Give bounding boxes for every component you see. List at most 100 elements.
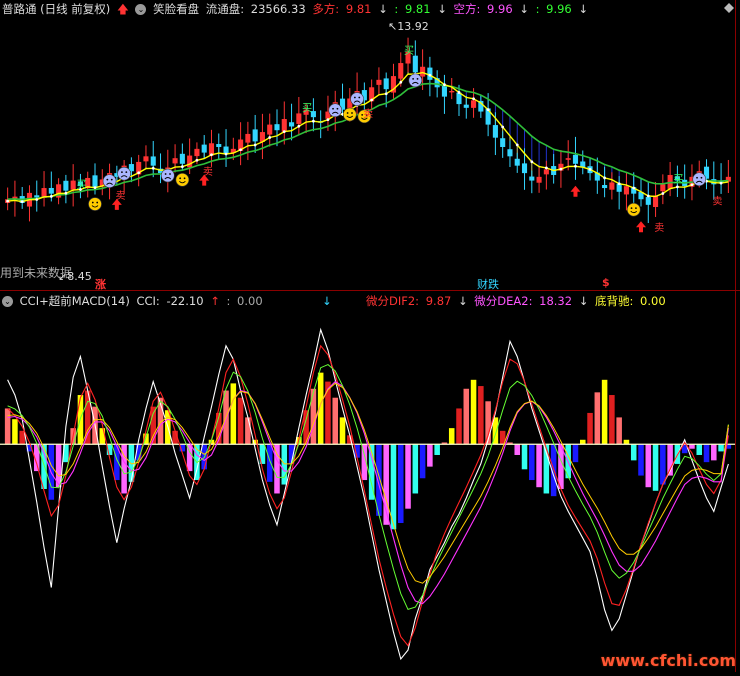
- macd-histogram-bar: [237, 397, 244, 445]
- candle-body: [602, 185, 608, 189]
- sad-face-icon: [350, 92, 364, 106]
- ma-dot: [501, 125, 505, 129]
- macd-histogram-bar: [529, 444, 535, 481]
- dea-value: 18.32: [539, 294, 573, 308]
- macd-histogram-bar: [572, 444, 579, 463]
- macd-histogram-bar: [412, 444, 419, 494]
- macd-histogram-bar: [397, 444, 404, 524]
- buy-label: 买: [673, 174, 683, 186]
- face-eye: [696, 176, 698, 179]
- close-panel-icon[interactable]: [724, 3, 734, 13]
- indicator-name[interactable]: 笑脸看盘: [153, 2, 199, 16]
- macd-histogram-bar: [434, 444, 440, 455]
- macd-histogram-bar: [536, 444, 542, 488]
- price-panel-header: 普路通 (日线 前复权) 🡅 ⌄ 笑脸看盘 流通盘: 23566.33 多方: …: [2, 0, 591, 18]
- macd-histogram-bar: [521, 444, 528, 470]
- macd-histogram-bar: [245, 417, 251, 445]
- short-arrow-icon: :: [394, 2, 399, 16]
- dif-dea-header: 微分DIF2: 9.87 ↓ 微分DEA2: 18.32 ↓ 底背驰: 0.00: [366, 292, 669, 310]
- candle-body: [34, 195, 40, 198]
- macd-histogram-bar: [616, 417, 622, 445]
- ma-dot: [151, 166, 155, 170]
- candle-body: [245, 133, 251, 143]
- cci-down-arrow-icon: ↓: [322, 294, 332, 308]
- ma-dot: [530, 160, 534, 164]
- candle-body: [653, 195, 659, 208]
- ma-dot: [457, 91, 461, 94]
- price-panel[interactable]: 卖卖卖卖卖买买买买: [5, 37, 731, 234]
- candle-body: [289, 122, 295, 127]
- candle-body: [492, 125, 498, 138]
- cci-macd-panel[interactable]: [0, 327, 735, 661]
- candle-body: [187, 155, 193, 168]
- ma-dot: [384, 92, 388, 96]
- macd-histogram-bar: [638, 444, 644, 476]
- float-label: 流通盘:: [205, 2, 245, 16]
- face-eye: [700, 176, 703, 179]
- macd-histogram-bar: [703, 444, 710, 463]
- ma-dot: [399, 80, 403, 84]
- macd-histogram-bar: [660, 444, 666, 485]
- macd-histogram-bar: [711, 444, 717, 461]
- ma-dot: [93, 186, 97, 190]
- signal-dollar: $: [602, 276, 610, 289]
- candle-body: [529, 176, 535, 181]
- candle-body: [92, 175, 98, 189]
- ma-dot: [574, 164, 577, 168]
- dif-down-arrow-icon: ↓: [457, 294, 468, 308]
- candle-body: [507, 149, 513, 157]
- macd-histogram-bar: [718, 444, 724, 452]
- ma-dot: [195, 158, 199, 162]
- ma-dot: [428, 73, 432, 77]
- indicator-line-green: [7, 364, 729, 611]
- stock-title[interactable]: 普路通 (日线 前复权): [2, 2, 110, 16]
- sad-face-icon: [117, 166, 131, 181]
- collapse-indicator-icon[interactable]: ⌄: [135, 4, 147, 15]
- indicator-line-cci: [7, 327, 729, 661]
- face-eye: [106, 178, 109, 181]
- face-eye: [183, 177, 186, 180]
- ma-dot: [49, 195, 53, 198]
- macd-histogram-bar: [339, 417, 346, 445]
- ma-dot: [64, 191, 68, 195]
- high-price-label: ↖13.92: [388, 20, 429, 33]
- face-eye: [630, 207, 633, 210]
- candle-body: [645, 197, 651, 205]
- ma-dot: [35, 198, 39, 201]
- cci-panel-header: ⌄ CCI+超前MACD(14) CCI: -22.10 ↑ : 0.00: [2, 292, 266, 310]
- candle-body: [70, 180, 76, 190]
- buy-label: 买: [76, 179, 86, 191]
- long-value: 9.81: [345, 2, 372, 16]
- up-arrow-icon: [636, 221, 646, 233]
- macd-histogram-bar: [689, 444, 695, 449]
- candle-body: [267, 124, 273, 135]
- cci-indicator-name[interactable]: CCI+超前MACD(14): [20, 294, 130, 308]
- sad-face-icon: [161, 168, 175, 183]
- face-eye: [353, 96, 356, 99]
- dif-label: 微分DIF2:: [366, 294, 420, 308]
- macd-histogram-bar: [630, 444, 637, 461]
- smiley-icon: [88, 197, 102, 211]
- candle-body: [521, 163, 528, 174]
- macd-histogram-bar: [463, 388, 470, 445]
- candle-body: [427, 67, 433, 80]
- candle-body: [252, 129, 258, 142]
- macd-histogram-bar: [427, 444, 433, 467]
- macd-histogram-bar: [230, 383, 237, 445]
- short-value-2: 9.96: [546, 2, 572, 16]
- smiley-icon: [342, 107, 357, 122]
- ma-dot: [137, 171, 141, 175]
- candle-body: [172, 158, 178, 164]
- face-eye: [96, 201, 99, 204]
- chart-stage: 卖卖卖卖卖买买买买 普路通 (日线 前复权) 🡅 ⌄ 笑脸看盘 流通盘: 235…: [0, 0, 740, 672]
- macd-histogram-bar: [478, 386, 484, 445]
- chart-canvas: 卖卖卖卖卖买买买买: [0, 37, 735, 661]
- macd-histogram-bar: [99, 428, 106, 445]
- candle-body: [572, 154, 579, 164]
- candle-body: [660, 184, 666, 192]
- low-arrow-icon: ↙: [58, 270, 68, 283]
- collapse-indicator-icon-2[interactable]: ⌄: [2, 296, 13, 307]
- dif-value: 9.87: [425, 294, 452, 308]
- ma-dot: [326, 118, 330, 122]
- candle-body: [296, 113, 302, 124]
